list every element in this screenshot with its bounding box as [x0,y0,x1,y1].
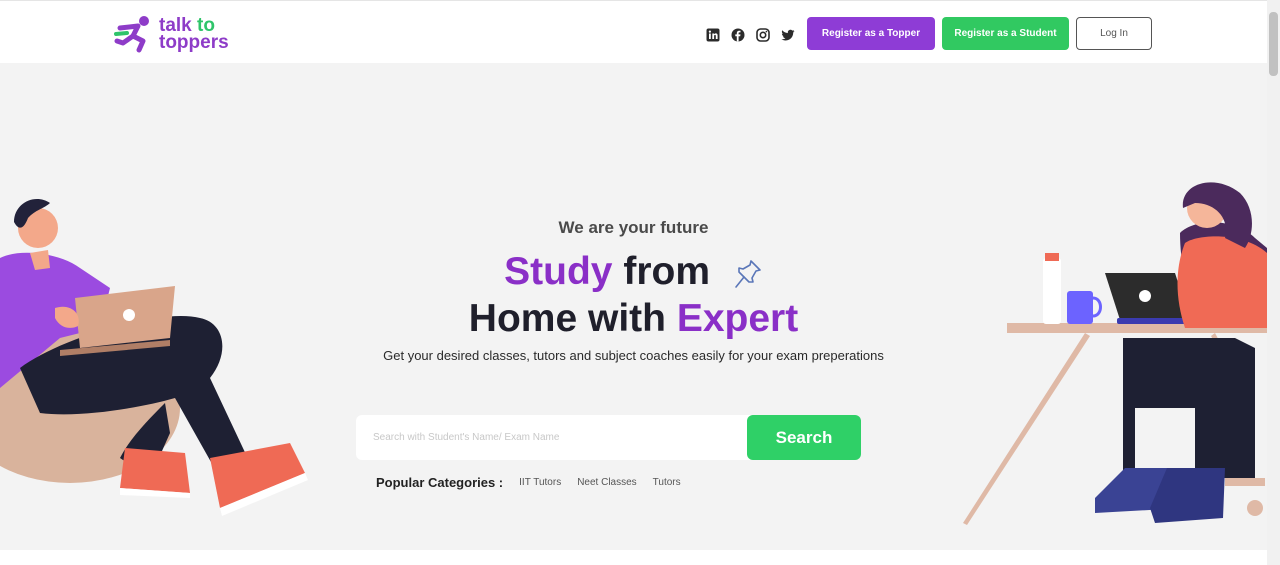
instagram-icon[interactable] [755,27,771,43]
register-topper-button[interactable]: Register as a Topper [807,17,935,50]
search-bar: Search [356,415,861,460]
login-button[interactable]: Log In [1076,17,1152,50]
headline-word-from: from [623,250,710,293]
headline-line-2: Home with Expert [0,295,1267,342]
register-student-button[interactable]: Register as a Student [942,17,1069,50]
header: talk to toppers Register as a Topper Reg… [0,3,1267,63]
categories-label: Popular Categories : [376,475,504,490]
facebook-icon[interactable] [730,27,746,43]
linkedin-icon[interactable] [705,27,721,43]
vertical-scrollbar[interactable] [1267,0,1280,565]
category-link-neet-classes[interactable]: Neet Classes [577,477,636,488]
logo-runner-icon [114,16,149,53]
search-input[interactable] [356,415,753,460]
headline-word-home-with: Home with [468,297,666,340]
hero-headline: Study from Home with Expert [0,248,1267,342]
logo-word-toppers: toppers [159,32,229,53]
pushpin-icon [735,259,761,288]
search-button[interactable]: Search [747,415,861,460]
category-link-tutors[interactable]: Tutors [653,477,681,488]
headline-line-1: Study from [0,248,1267,295]
category-link-iit-tutors[interactable]: IIT Tutors [519,477,561,488]
popular-categories: Popular Categories : IIT Tutors Neet Cla… [376,475,697,490]
hero-subtext: Get your desired classes, tutors and sub… [383,348,884,363]
hero-section: We are your future Study from Home with … [0,63,1267,550]
page: talk to toppers Register as a Topper Reg… [0,0,1280,565]
logo[interactable]: talk to toppers [114,14,244,54]
logo-text: talk to toppers [159,16,229,53]
scrollbar-thumb[interactable] [1269,12,1278,76]
headline-word-expert: Expert [676,297,799,340]
hero-tagline: We are your future [558,218,709,237]
headline-word-study: Study [504,250,613,293]
twitter-icon[interactable] [780,27,796,43]
